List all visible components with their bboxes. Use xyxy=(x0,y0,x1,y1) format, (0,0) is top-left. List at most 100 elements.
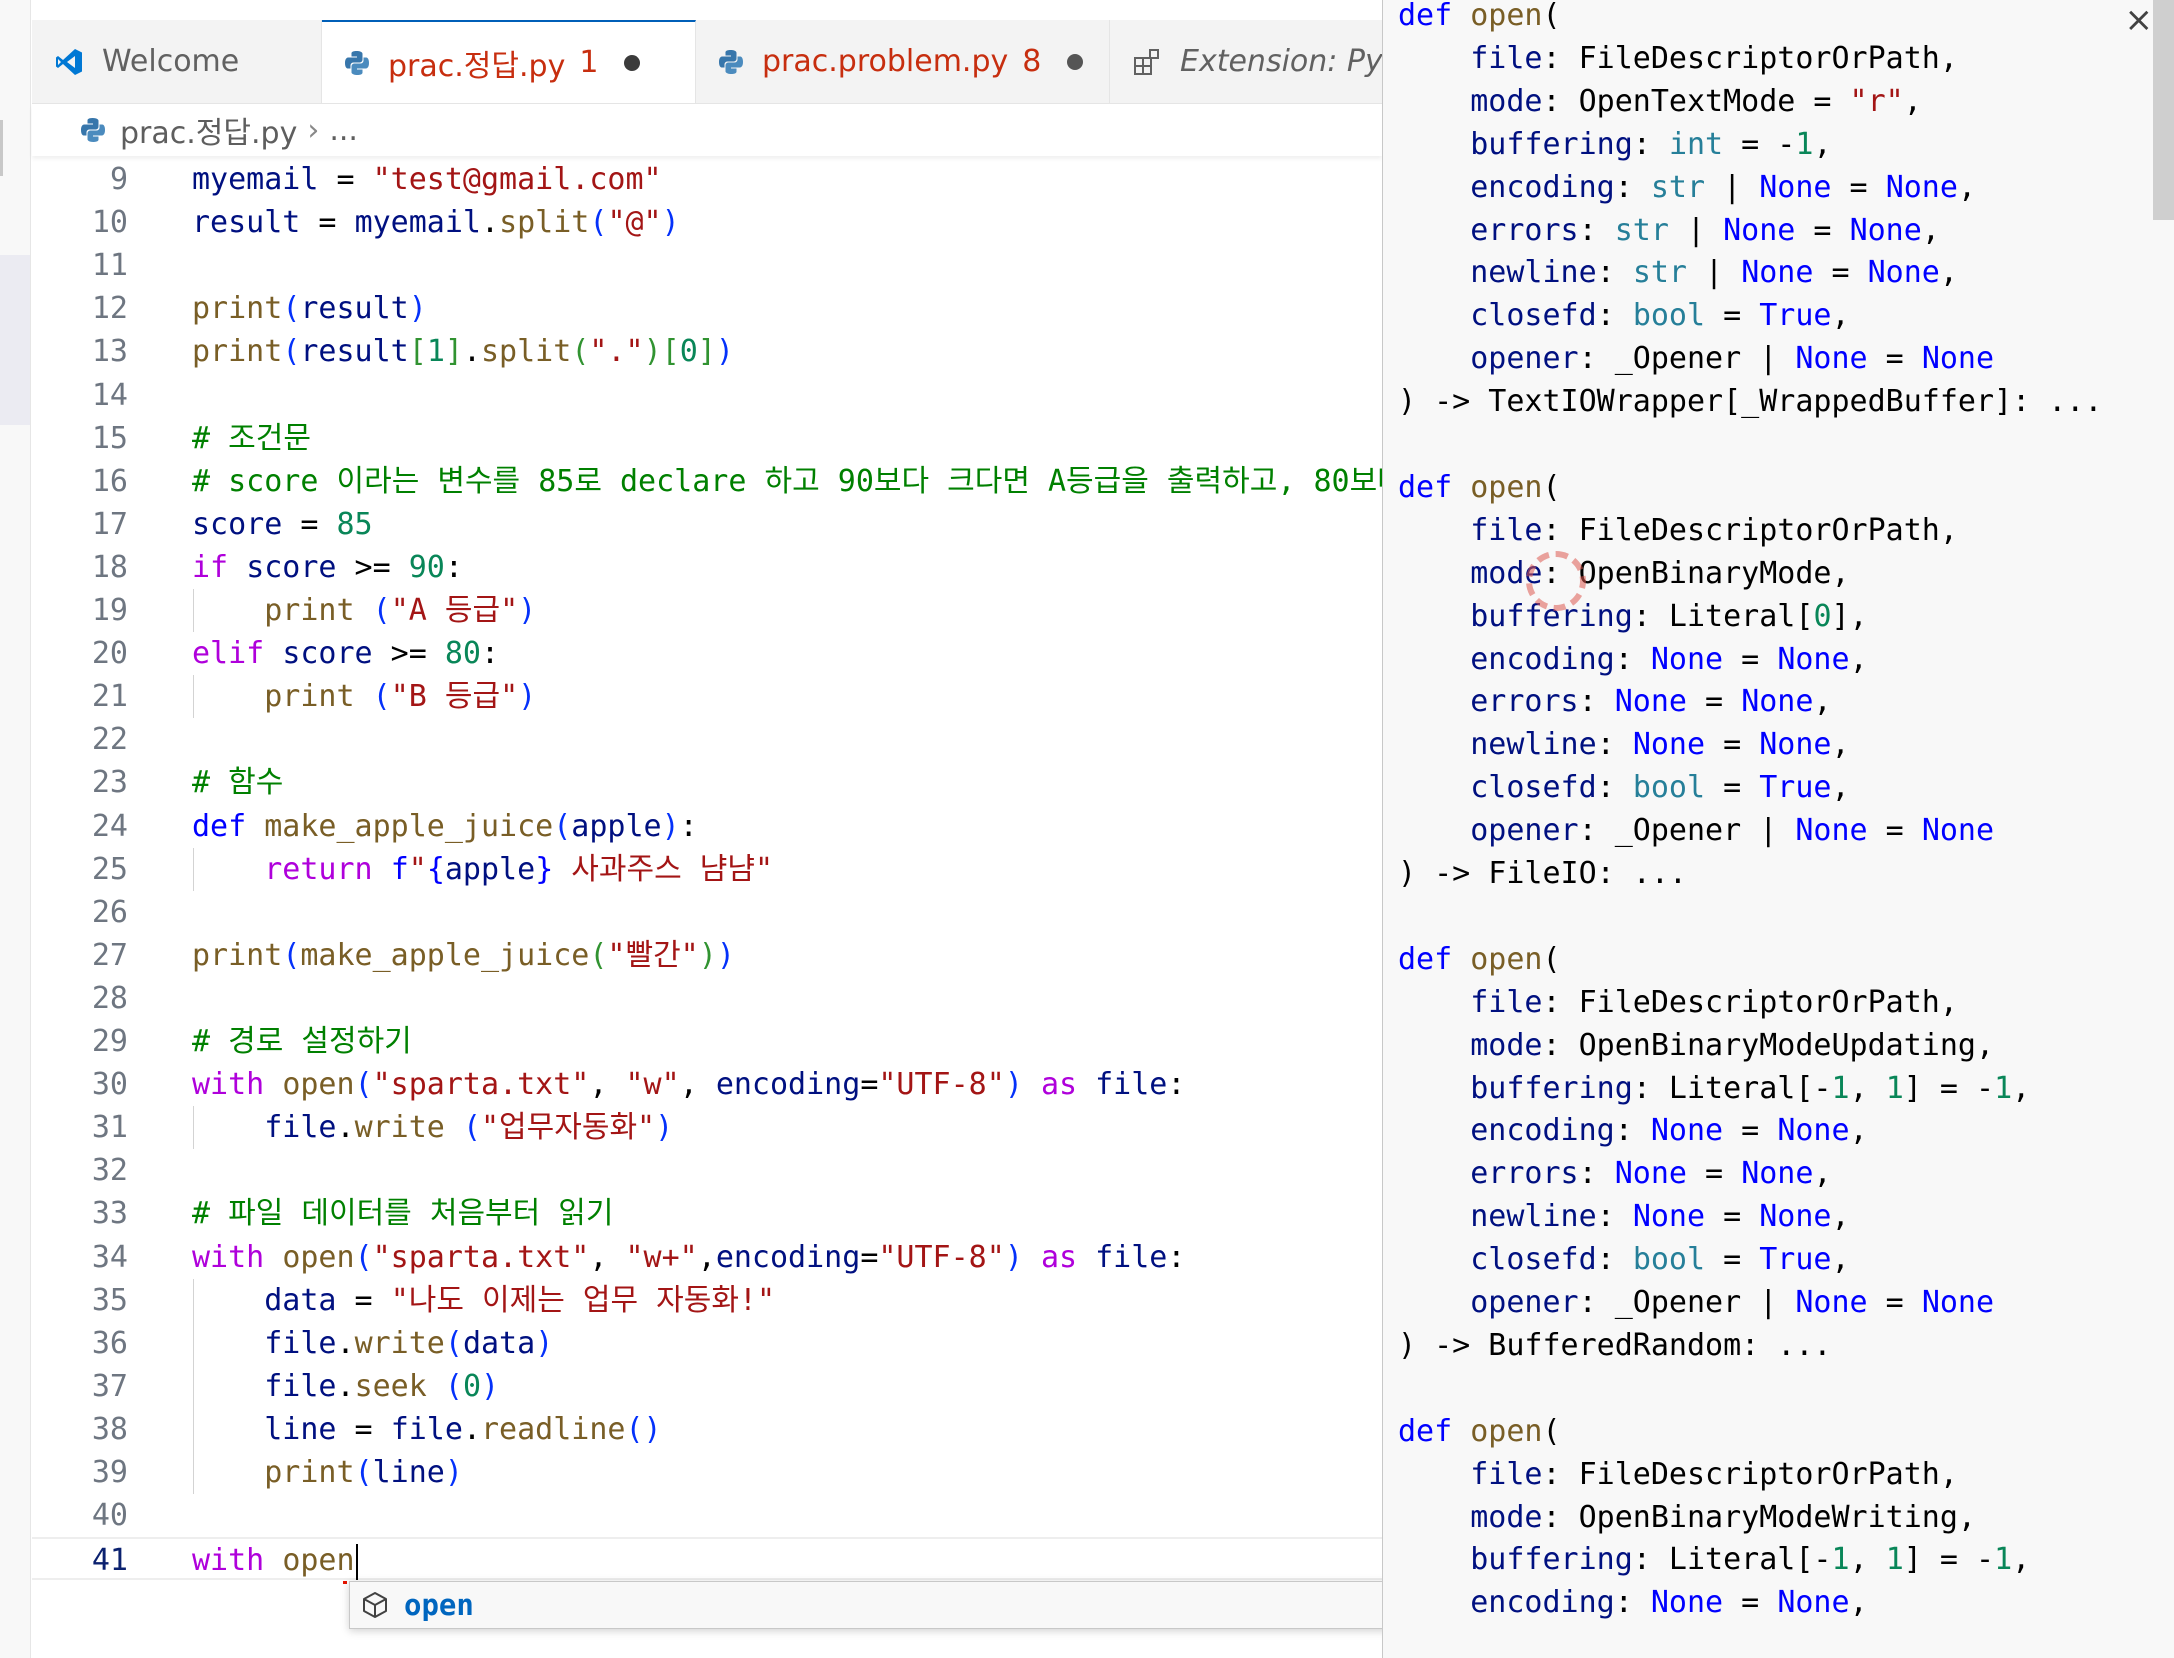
signature-token: encoding xyxy=(1470,641,1615,677)
line-number: 27 xyxy=(91,937,128,973)
line-number: 35 xyxy=(91,1282,128,1318)
hover-scrollbar[interactable] xyxy=(2153,0,2174,220)
signature-token xyxy=(1398,1457,1470,1492)
code-line[interactable]: 40 xyxy=(32,1494,1382,1537)
code-line[interactable]: 36 file.write(data) xyxy=(32,1321,1382,1365)
code-line[interactable]: 34 with open("sparta.txt", "w+",encoding=… xyxy=(32,1236,1382,1279)
code-line[interactable]: 35 data = "나도 이제는 업무 자동화!" xyxy=(32,1278,1382,1322)
signature-token: True xyxy=(1759,770,1832,806)
code-token: result xyxy=(300,334,409,370)
unsaved-dot-icon[interactable] xyxy=(624,54,641,71)
code-line[interactable]: 31 file.write ("업무자동화") xyxy=(32,1106,1382,1150)
signature-token: True xyxy=(1759,1242,1832,1278)
signature-token: None xyxy=(1614,684,1687,720)
signature-token: file xyxy=(1470,40,1543,76)
signature-token xyxy=(1398,170,1470,205)
signature-token: ( xyxy=(1542,0,1561,33)
code-line[interactable]: 13 print(result[1].split(".")[0]) xyxy=(32,330,1382,373)
code-editor[interactable]: 9 myemail = "test@gmail.com" 10 result = my… xyxy=(32,158,1382,1658)
code-token: : xyxy=(1167,1067,1186,1103)
code-line[interactable]: 10 result = myemail.split("@") xyxy=(32,201,1382,244)
signature-token: None xyxy=(1867,255,1940,291)
suggestion-label[interactable]: open xyxy=(404,1588,474,1622)
unsaved-dot-icon[interactable] xyxy=(1067,53,1084,70)
signature-token: = xyxy=(1705,1199,1760,1235)
signature-line: mode: OpenTextMode = "r", xyxy=(1398,80,1922,123)
code-line[interactable]: 27 print(make_apple_juice("빨간")) xyxy=(32,934,1382,977)
signature-token: : xyxy=(1578,212,1615,248)
code-line[interactable]: 37 file.seek (0) xyxy=(32,1364,1382,1408)
code-token: { xyxy=(426,851,445,887)
code-token: # 파일 데이터를 처음부터 읽기 xyxy=(192,1196,614,1232)
signature-line: encoding: str | None = None, xyxy=(1398,166,1976,209)
code-line[interactable]: 41 with open xyxy=(32,1537,1382,1582)
code-token: ) xyxy=(481,1368,500,1404)
line-number: 36 xyxy=(91,1325,128,1361)
code-line[interactable]: 30 with open("sparta.txt", "w", encoding=… xyxy=(32,1063,1382,1106)
code-line[interactable]: 24 def make_apple_juice(apple): xyxy=(32,805,1382,848)
signature-line: buffering: Literal[-1, 1] = -1, xyxy=(1398,1067,2030,1110)
signature-token: encoding xyxy=(1470,1113,1615,1149)
indent-guide xyxy=(193,675,194,719)
code-line[interactable]: 16 # score 이라는 변수를 85로 declare 하고 90보다 크다… xyxy=(32,460,1382,503)
code-line[interactable]: 20 elif score >= 80: xyxy=(32,632,1382,675)
code-line[interactable]: 15 # 조건문 xyxy=(32,417,1382,460)
signature-token: newline xyxy=(1470,255,1597,291)
code-line[interactable]: 14 xyxy=(32,374,1382,417)
tab-welcome[interactable]: Welcome xyxy=(32,20,322,103)
signature-token: None xyxy=(1741,1156,1814,1192)
code-line[interactable]: 33 # 파일 데이터를 처음부터 읽기 xyxy=(32,1192,1382,1235)
code-line[interactable]: 17 score = 85 xyxy=(32,503,1382,546)
code-line[interactable]: 32 xyxy=(32,1149,1382,1192)
code-token: print xyxy=(264,1455,355,1490)
code-line[interactable]: 18 if score >= 90: xyxy=(32,546,1382,589)
code-token: = xyxy=(282,506,337,542)
line-number: 30 xyxy=(91,1067,128,1103)
code-line[interactable]: 12 print(result) xyxy=(32,287,1382,330)
code-token: [ xyxy=(661,334,680,370)
code-line[interactable]: 23 # 함수 xyxy=(32,761,1382,804)
code-token: score xyxy=(246,549,337,585)
tab-prac-answer[interactable]: prac.정답.py 1 xyxy=(322,20,696,103)
code-line[interactable]: 29 # 경로 설정하기 xyxy=(32,1020,1382,1063)
signature-line: opener: _Opener | None = None xyxy=(1398,337,1994,380)
signature-token: closefd xyxy=(1470,770,1597,806)
code-line[interactable]: 39 print(line) xyxy=(32,1451,1382,1495)
code-token: 80 xyxy=(444,636,481,672)
close-icon[interactable]: × xyxy=(2125,0,2154,40)
signature-token: , xyxy=(1831,1242,1850,1278)
signature-token: str xyxy=(1632,255,1687,291)
signature-token xyxy=(1398,642,1470,677)
code-text: data = "나도 이제는 업무 자동화!" xyxy=(192,1279,775,1322)
signature-token xyxy=(1398,341,1470,376)
signature-token: None xyxy=(1723,212,1796,248)
code-line[interactable]: 22 xyxy=(32,718,1382,761)
tab-prac-problem[interactable]: prac.problem.py 8 xyxy=(696,20,1110,103)
breadcrumb-rest[interactable]: ... xyxy=(329,113,358,148)
code-line[interactable]: 38 line = file.readline() xyxy=(32,1407,1382,1451)
signature-token: = xyxy=(1705,770,1760,806)
breadcrumb-file[interactable]: prac.정답.py xyxy=(120,108,297,152)
signature-token: , xyxy=(1831,727,1850,763)
code-token: . xyxy=(462,334,481,370)
signature-line: encoding: None = None, xyxy=(1398,638,1867,681)
signature-token: "r" xyxy=(1849,83,1904,119)
signature-token: None xyxy=(1759,169,1832,205)
code-text: with open xyxy=(192,1539,358,1582)
code-line[interactable]: 19 print ("A 등급") xyxy=(32,589,1382,633)
code-token: line xyxy=(372,1455,445,1490)
signature-token: : OpenBinaryModeWriting, xyxy=(1542,1499,1976,1535)
code-line[interactable]: 21 print ("B 등급") xyxy=(32,675,1382,719)
code-line[interactable]: 25 return f"{apple} 사과주스 냠냠" xyxy=(32,847,1382,891)
code-token: : xyxy=(444,549,463,585)
signature-token: ) -> FileIO: ... xyxy=(1398,856,1687,891)
code-line[interactable]: 28 xyxy=(32,977,1382,1020)
signature-token: = xyxy=(1723,1585,1778,1621)
signature-token xyxy=(1398,1028,1470,1063)
code-line[interactable]: 26 xyxy=(32,891,1382,934)
signature-token: , xyxy=(1813,684,1832,720)
code-line[interactable]: 9 myemail = "test@gmail.com" xyxy=(32,158,1382,201)
line-number: 33 xyxy=(91,1196,128,1232)
code-line[interactable]: 11 xyxy=(32,244,1382,287)
suggestion-widget[interactable]: open xyxy=(349,1581,1391,1629)
